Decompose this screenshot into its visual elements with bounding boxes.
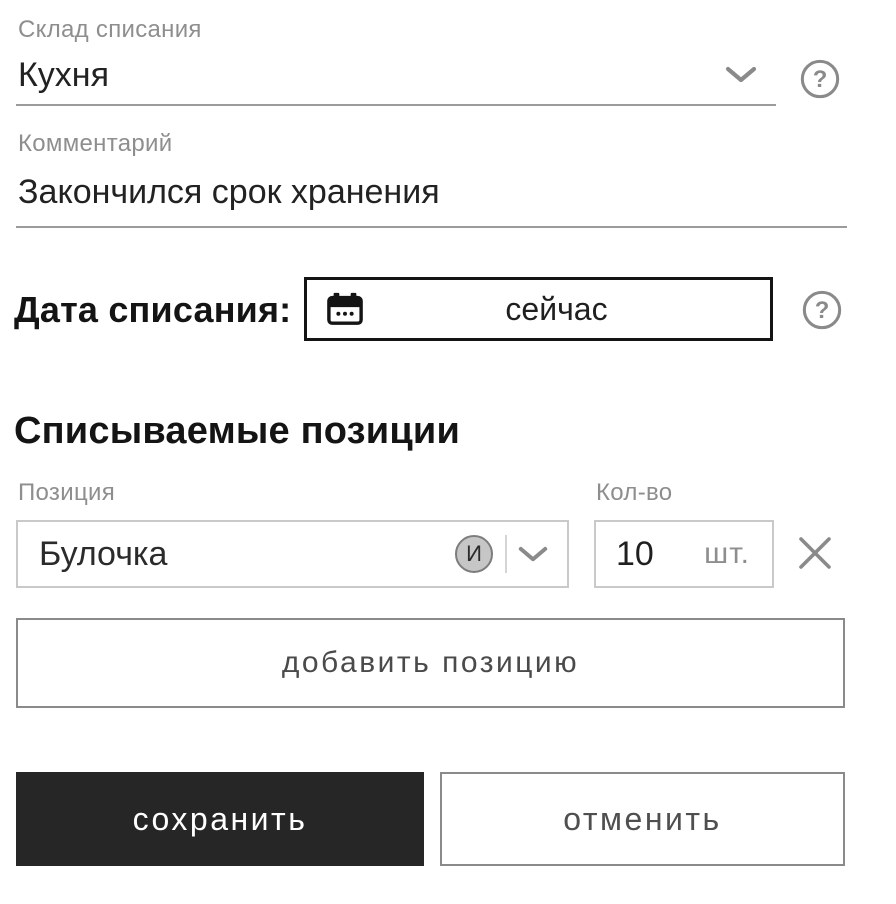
save-button[interactable]: сохранить: [16, 772, 424, 866]
calendar-icon: [327, 292, 363, 326]
writeoff-form: Склад списания Кухня ? Комментарий Закон…: [0, 0, 896, 904]
warehouse-help-button[interactable]: ?: [799, 58, 841, 100]
svg-text:?: ?: [813, 66, 828, 93]
writeoff-date-help-button[interactable]: ?: [801, 289, 843, 331]
warehouse-value: Кухня: [18, 56, 724, 95]
warehouse-select[interactable]: Кухня: [16, 46, 776, 106]
position-label: Позиция: [18, 479, 115, 507]
writeoff-date-value: сейчас: [363, 291, 770, 328]
cancel-button[interactable]: отменить: [440, 772, 845, 866]
qty-label: Кол-во: [596, 479, 672, 507]
modifier-badge: И: [455, 535, 493, 573]
qty-value: 10: [616, 535, 704, 574]
position-select[interactable]: Булочка И: [16, 520, 569, 588]
writeoff-date-label: Дата списания:: [14, 278, 291, 342]
delete-row-button[interactable]: [794, 532, 836, 574]
comment-value: Закончился срок хранения: [18, 173, 440, 212]
add-position-button[interactable]: добавить позицию: [16, 618, 845, 708]
question-circle-icon: ?: [801, 289, 843, 331]
svg-text:?: ?: [815, 297, 830, 324]
chevron-down-icon[interactable]: [517, 546, 549, 563]
qty-input[interactable]: 10 шт.: [594, 520, 774, 588]
qty-unit: шт.: [704, 537, 750, 571]
items-section-heading: Списываемые позиции: [14, 410, 460, 453]
warehouse-label: Склад списания: [18, 16, 202, 44]
comment-label: Комментарий: [18, 130, 172, 158]
question-circle-icon: ?: [799, 58, 841, 100]
chevron-down-icon[interactable]: [724, 66, 758, 84]
select-divider: [505, 535, 507, 573]
position-value: Булочка: [39, 535, 455, 574]
comment-input[interactable]: Закончился срок хранения: [16, 158, 847, 228]
writeoff-date-button[interactable]: сейчас: [304, 277, 773, 341]
close-x-icon: [795, 533, 835, 573]
